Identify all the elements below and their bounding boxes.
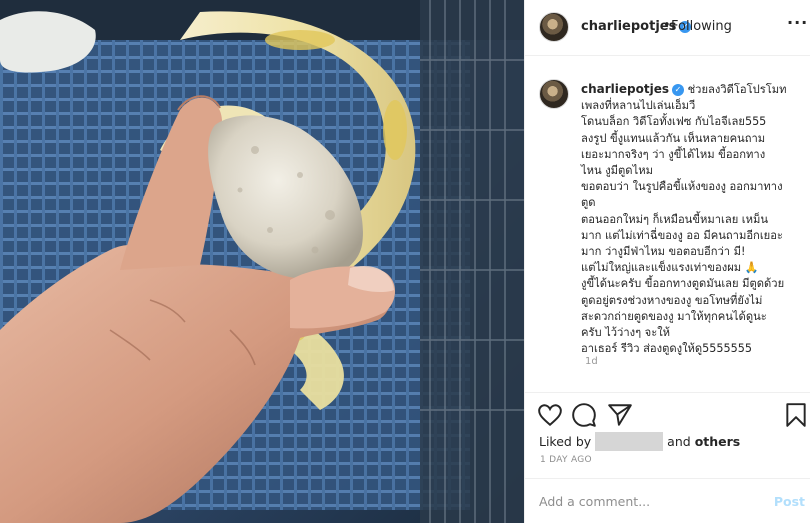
comment-input[interactable]: Add a comment... [539, 494, 650, 509]
caption-username-text[interactable]: charliepotjes [581, 82, 669, 96]
caption-age: 1d [585, 356, 598, 367]
liked-by-and: and [667, 434, 691, 449]
paper-plane-icon[interactable] [607, 402, 633, 428]
comment-bubble-icon[interactable] [571, 402, 597, 428]
heart-icon[interactable] [537, 402, 563, 428]
post-comment-button[interactable]: Post [774, 494, 805, 509]
verified-badge-icon: ✓ [672, 83, 685, 96]
caption: charliepotjes ✓ ช่วยลงวิดีโอโปรโมท เพลงที… [581, 81, 803, 357]
post-side-panel: charliepotjes ✓ • Following ··· charliepo… [524, 0, 810, 523]
post-timestamp[interactable]: 1 DAY AGO [540, 455, 592, 465]
others-link[interactable]: others [695, 434, 741, 449]
post-photo[interactable] [0, 0, 524, 523]
avatar[interactable] [539, 12, 569, 42]
liked-by-label: Liked by [539, 434, 592, 449]
caption-area: charliepotjes ✓ ช่วยลงวิดีโอโปรโมท เพลงที… [525, 57, 810, 392]
likes-row: Liked by and others [539, 432, 740, 451]
redacted-username [595, 432, 664, 451]
action-bar [525, 392, 810, 436]
separator-dot: • [663, 18, 671, 33]
more-options-icon[interactable]: ··· [787, 13, 808, 32]
following-button[interactable]: Following [671, 19, 732, 34]
snake-feces-photo [0, 0, 524, 523]
bookmark-icon[interactable] [783, 402, 809, 428]
caption-username[interactable]: charliepotjes ✓ [581, 82, 685, 96]
post-header: charliepotjes ✓ • Following ··· [525, 0, 810, 56]
comment-bar: Add a comment... Post [525, 478, 810, 523]
caption-avatar[interactable] [539, 79, 569, 109]
caption-text: ช่วยลงวิดีโอโปรโมท เพลงที่หลานไปเล่นเอ็ม… [581, 83, 787, 356]
